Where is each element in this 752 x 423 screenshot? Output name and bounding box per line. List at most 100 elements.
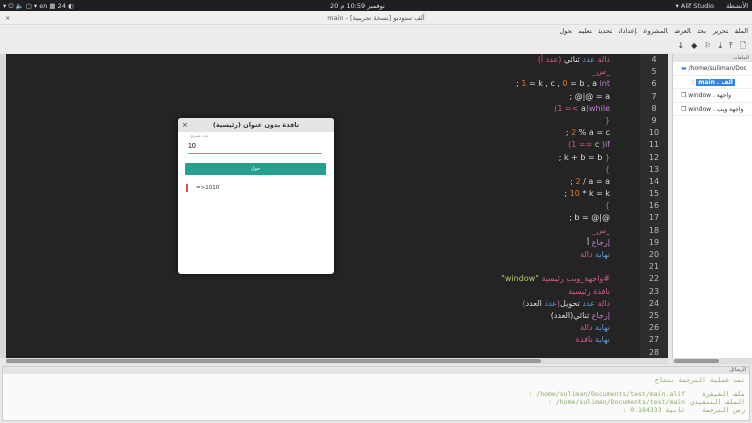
menu-item[interactable]: العرض: [675, 27, 691, 35]
line-number: 13: [648, 164, 660, 174]
download-icon[interactable]: ⤓: [718, 41, 722, 50]
messages-panel: الرسائل تمت عملية الترجمة بنجاح ملف الشي…: [2, 366, 750, 421]
code-line[interactable]: نافذة رئيسية: [6, 286, 610, 298]
message-label: زمن الترجمة: [701, 406, 745, 414]
app-dialog: (رئيسية) نافذة بدون عنوان × عدد عشري حول…: [178, 118, 334, 274]
line-number: 5: [651, 67, 657, 77]
line-number: 20: [648, 250, 660, 259]
code-line[interactable]: #واجهة_ويب رئيسية "window": [6, 273, 610, 285]
input-label: عدد عشري: [190, 133, 209, 138]
code-token: نافذة رئيسية: [568, 286, 610, 296]
line-number: 26: [648, 323, 660, 333]
menu-item[interactable]: إعدادات: [619, 27, 637, 35]
file-window[interactable]: ❐ window . واجهة: [673, 89, 752, 103]
line-number: 4: [651, 55, 657, 64]
menu-item[interactable]: تحديث: [599, 27, 612, 35]
code-line[interactable]: ; 1 = k , c , 0 = b , a int: [6, 78, 610, 90]
close-window-button[interactable]: ×: [5, 11, 10, 25]
code-token: = k , c ,: [526, 79, 563, 89]
editor-horizontal-scrollbar[interactable]: [6, 358, 668, 364]
menu-item[interactable]: المشروع: [644, 27, 668, 35]
code-line[interactable]: _س_: [6, 66, 610, 78]
code-token: ; @|@ = a: [569, 91, 610, 101]
arrow-down-icon[interactable]: ↓: [677, 41, 684, 50]
code-token: إرجاع: [589, 237, 610, 247]
file-web-window[interactable]: ❐ window . واجهة ويب: [673, 103, 752, 116]
app-menu[interactable]: ▾ Alif Studio: [676, 2, 714, 10]
line-number: 18: [648, 225, 660, 235]
files-scrollbar[interactable]: [672, 358, 752, 364]
message-value: : /home/suliman/Documents/test/main: [548, 398, 685, 406]
upload-icon[interactable]: ⤒: [729, 41, 733, 50]
code-token: }: [604, 152, 610, 162]
activities-button[interactable]: الأنشطة: [726, 2, 748, 10]
code-line[interactable]: دالة عدد تحويل(عدد العدد): [6, 298, 610, 310]
files-header: الملفات: [673, 54, 752, 62]
code-token: ثنائي: [561, 55, 580, 64]
new-file-icon[interactable]: 🗋: [740, 41, 746, 50]
clock[interactable]: 20 نوفمبر 10:59 م: [330, 2, 385, 10]
menu-item[interactable]: بحث: [698, 27, 706, 35]
menu-item[interactable]: حول: [559, 27, 571, 35]
code-line[interactable]: [6, 347, 610, 359]
system-tray[interactable]: ▾ ⏻ 🔈 ▢ ▾ en ▦ 24 ◐: [3, 2, 74, 11]
code-token: نافذة: [575, 335, 593, 345]
build-icon[interactable]: ◆: [691, 41, 697, 50]
code-token: ; b = @|@: [569, 213, 610, 223]
code-token: % a = c: [576, 128, 610, 138]
code-token: _س_: [592, 67, 610, 77]
code-line[interactable]: (1 =< a)while: [6, 103, 610, 115]
number-input[interactable]: [188, 140, 322, 154]
line-number: 14: [648, 176, 660, 186]
code-token: {: [604, 201, 610, 211]
code-token: دالة: [594, 55, 610, 64]
line-number: 19: [648, 237, 660, 247]
menu-item[interactable]: تعليم: [579, 27, 592, 35]
line-number: 8: [651, 103, 657, 113]
code-token: int: [599, 79, 610, 89]
code-token: _س_: [592, 225, 610, 235]
file-main-alif[interactable]: ▯ main . ألف: [673, 76, 752, 89]
menu-item[interactable]: تحرير: [713, 27, 728, 35]
code-token: نهاية: [592, 335, 610, 345]
flag-icon[interactable]: ⚐: [704, 41, 711, 50]
message-label: ملف الشيفرة: [701, 390, 745, 398]
code-token: ثنائي(العدد): [550, 310, 590, 320]
line-number: 6: [651, 79, 657, 89]
code-token: إرجاع: [589, 310, 610, 320]
code-line[interactable]: دالة عدد ثنائي (عدد أ): [6, 54, 610, 66]
system-top-bar: ▾ ⏻ 🔈 ▢ ▾ en ▦ 24 ◐ 20 نوفمبر 10:59 م ▾ …: [0, 0, 752, 11]
code-token: دالة: [580, 250, 593, 259]
message-row: زمن الترجمة: 0.184333 ثانية: [445, 406, 745, 414]
window-title: main - ألف ستوديو [نسخة تجريبية]: [327, 14, 425, 22]
message-value: : /home/suliman/Documents/test/main.alif: [528, 390, 685, 398]
line-number: 10: [648, 128, 660, 138]
code-token: (عدد أ): [537, 55, 562, 64]
window-titlebar: × main - ألف ستوديو [نسخة تجريبية]: [0, 11, 752, 25]
code-token: "window": [501, 274, 539, 284]
line-number: 7: [651, 91, 657, 101]
line-number: 28: [648, 347, 660, 357]
code-token: #واجهة_ويب رئيسية: [538, 274, 610, 284]
file-tree-root[interactable]: ▬ /home/suliman/Doc: [673, 62, 752, 76]
code-token: نهاية: [592, 323, 610, 333]
menu-item[interactable]: الملف: [735, 27, 748, 35]
code-line[interactable]: نهاية دالة: [6, 322, 610, 334]
line-number: 17: [648, 213, 660, 223]
code-token: )while: [585, 103, 610, 113]
dialog-close-button[interactable]: ×: [182, 118, 188, 132]
code-line[interactable]: ; @|@ = a: [6, 91, 610, 103]
code-token: نهاية: [592, 250, 610, 259]
menu-bar: الملف تحرير بحث العرض المشروع إعدادات تحديث تعل…: [0, 25, 752, 38]
convert-button[interactable]: حول: [185, 163, 326, 175]
dialog-title: (رئيسية) نافذة بدون عنوان: [178, 118, 334, 132]
output-text: =>1010: [186, 184, 219, 192]
code-token: عدد: [579, 55, 595, 64]
line-number: 11: [648, 140, 660, 150]
toolbar: 🗋 ⤒ ⤓ ⚐ ◆ ↓: [0, 38, 752, 53]
line-number: 25: [648, 310, 660, 320]
code-token: / a = a: [580, 176, 610, 186]
code-line[interactable]: نهاية نافذة: [6, 334, 610, 346]
code-token: )if: [601, 140, 610, 150]
code-line[interactable]: إرجاع ثنائي(العدد): [6, 310, 610, 322]
